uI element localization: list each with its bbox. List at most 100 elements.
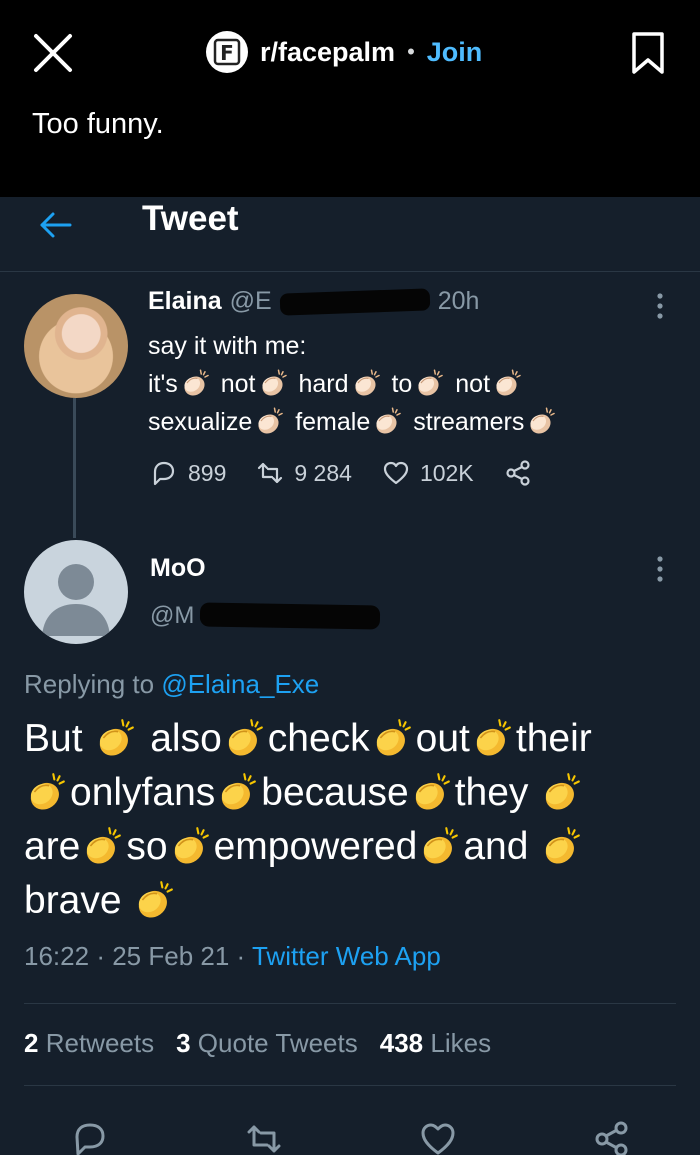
- reddit-header: F r/facepalm • Join Too funny.: [0, 0, 700, 197]
- tweet-word: streamers: [413, 408, 525, 436]
- clapping-hands-emoji: [419, 825, 461, 867]
- tweet-date[interactable]: 25 Feb 21: [112, 941, 229, 971]
- reply-icon[interactable]: [70, 1119, 110, 1155]
- author-handle-row: @M: [150, 602, 381, 630]
- tweet-word: not: [455, 370, 491, 398]
- retweet-action[interactable]: 9 284: [256, 459, 352, 487]
- replying-to: Replying to @Elaina_Exe: [24, 669, 319, 700]
- quote-tweets-stat[interactable]: 3 Quote Tweets: [176, 1028, 358, 1059]
- tweet-text: say it with me: it's not hard to not sex…: [148, 327, 668, 441]
- subreddit-bar: F r/facepalm • Join: [206, 30, 482, 74]
- more-icon[interactable]: [652, 554, 668, 584]
- tweet-word: brave: [24, 879, 122, 922]
- clapping-hands-emoji: [255, 406, 285, 436]
- like-icon[interactable]: [418, 1119, 458, 1155]
- tweet-word: check: [267, 717, 370, 760]
- tweet-word: sexualize: [148, 408, 253, 436]
- clapping-hands-emoji: [82, 825, 124, 867]
- redaction-mark: [279, 287, 431, 316]
- clapping-hands-emoji: [134, 879, 176, 921]
- more-icon[interactable]: [652, 291, 668, 321]
- avatar[interactable]: [24, 294, 128, 398]
- tweet-author-row: Elaina @E 20h: [148, 287, 479, 316]
- clapping-hands-emoji: [527, 406, 557, 436]
- share-icon: [506, 460, 530, 486]
- author-name[interactable]: Elaina: [148, 287, 222, 316]
- meta-separator: ·: [96, 941, 105, 971]
- tweet-word: so: [126, 825, 168, 868]
- join-button[interactable]: Join: [427, 37, 483, 68]
- share-icon[interactable]: [592, 1119, 632, 1155]
- meta-separator: ·: [236, 941, 246, 971]
- clapping-hands-emoji: [372, 717, 414, 759]
- clapping-hands-emoji: [26, 771, 68, 813]
- retweets-stat-count: 2: [24, 1028, 39, 1058]
- replying-mention-link[interactable]: @Elaina_Exe: [161, 669, 319, 699]
- reply-tweet-text: But also check out their onlyfans because the…: [24, 712, 674, 928]
- tweet-word: But: [24, 717, 83, 760]
- quote-tweets-stat-count: 3: [176, 1028, 191, 1058]
- tweet-word: not: [220, 370, 256, 398]
- subreddit-logo-letter: F: [220, 41, 234, 65]
- tweet-source-link[interactable]: Twitter Web App: [252, 941, 441, 971]
- tweet-meta: 16:22 · 25 Feb 21 · Twitter Web App: [24, 941, 441, 972]
- tweet-word: empowered: [213, 825, 418, 868]
- tweet-time[interactable]: 20h: [438, 287, 480, 316]
- retweet-icon: [258, 462, 283, 484]
- avatar[interactable]: [24, 540, 128, 644]
- clapping-hands-emoji: [224, 717, 266, 759]
- clapping-hands-emoji: [415, 368, 445, 398]
- reply-count: 899: [188, 459, 227, 486]
- retweets-stat[interactable]: 2 Retweets: [24, 1028, 154, 1059]
- likes-stat-count: 438: [379, 1028, 424, 1058]
- tweet-word: onlyfans: [70, 771, 216, 814]
- bottom-actions-bar: [0, 1111, 700, 1155]
- tweet-word: out: [415, 717, 470, 760]
- author-handle[interactable]: @E: [230, 287, 272, 316]
- tweet-word: are: [24, 825, 81, 868]
- divider: [24, 1003, 676, 1004]
- clapping-hands-emoji: [181, 368, 211, 398]
- clapping-hands-emoji: [95, 717, 137, 759]
- like-action[interactable]: 102K: [382, 459, 474, 487]
- close-icon[interactable]: [30, 30, 76, 76]
- author-handle[interactable]: @M: [150, 602, 194, 630]
- likes-stat[interactable]: 438 Likes: [380, 1028, 491, 1059]
- share-action[interactable]: [504, 459, 532, 487]
- clapping-hands-emoji: [541, 771, 583, 813]
- clapping-hands-emoji: [373, 406, 403, 436]
- tweet-word: hard: [298, 370, 349, 398]
- clapping-hands-emoji: [170, 825, 212, 867]
- retweets-stat-label: Retweets: [45, 1028, 155, 1058]
- redaction-mark: [200, 602, 381, 630]
- like-count: 102K: [419, 459, 474, 486]
- tweet-word: it's: [148, 370, 178, 398]
- retweet-icon[interactable]: [244, 1119, 284, 1155]
- clapping-hands-emoji: [259, 368, 289, 398]
- tweet-line: sexualize female streamers: [148, 403, 668, 441]
- tweet-page-title: Tweet: [142, 199, 239, 238]
- tweet-line: it's not hard to not: [148, 365, 668, 403]
- subreddit-logo-icon[interactable]: F: [206, 31, 248, 73]
- clapping-hands-emoji: [493, 368, 523, 398]
- subreddit-name[interactable]: r/facepalm: [260, 37, 395, 68]
- clapping-hands-emoji: [541, 825, 583, 867]
- tweet-word: they: [454, 771, 529, 814]
- tweet-word: also: [150, 717, 222, 760]
- post-title: Too funny.: [32, 108, 164, 140]
- tweet-actions: 899 9 284 102K: [150, 459, 562, 487]
- back-arrow-icon[interactable]: [36, 205, 76, 245]
- reply-icon: [153, 461, 175, 486]
- tweet-timestamp[interactable]: 16:22: [24, 941, 89, 971]
- clapping-hands-emoji: [352, 368, 382, 398]
- reply-action[interactable]: 899: [150, 459, 226, 487]
- clapping-hands-emoji: [411, 771, 453, 813]
- tweet-line: say it with me:: [148, 332, 307, 360]
- author-name[interactable]: MoO: [150, 554, 206, 583]
- subreddit-separator: •: [407, 39, 415, 64]
- tweet-stats: 2 Retweets 3 Quote Tweets 438 Likes: [24, 1028, 491, 1059]
- replying-prefix: Replying to: [24, 669, 155, 699]
- likes-stat-label: Likes: [430, 1028, 492, 1058]
- tweet-word: because: [261, 771, 409, 814]
- bookmark-icon[interactable]: [630, 30, 666, 76]
